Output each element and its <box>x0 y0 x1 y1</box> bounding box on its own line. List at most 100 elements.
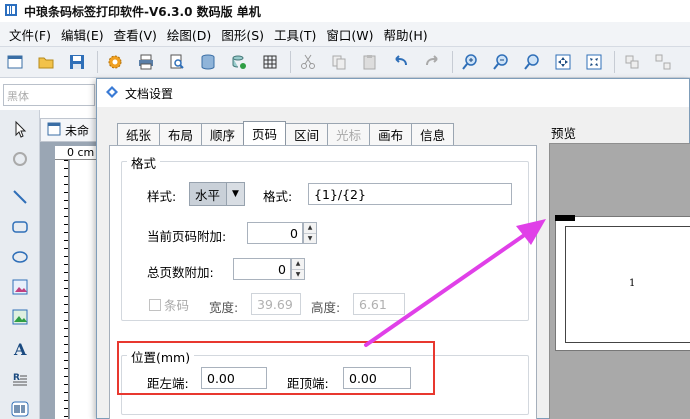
down-arrow-icon[interactable]: ▼ <box>304 234 316 244</box>
current-page-input[interactable]: 0 <box>247 222 303 244</box>
picture-tool-button[interactable] <box>9 306 31 328</box>
zoom-out-button[interactable] <box>490 51 512 73</box>
menu-file[interactable]: 文件(F) <box>4 25 56 44</box>
image-tool-button[interactable] <box>9 276 31 298</box>
magnifier-icon <box>524 54 539 70</box>
menu-help[interactable]: 帮助(H) <box>379 25 433 44</box>
menu-shape[interactable]: 图形(S) <box>216 25 269 44</box>
width-label: 宽度: <box>209 300 239 315</box>
preview-label: 预览 <box>551 126 577 141</box>
actual-size-icon <box>586 54 602 70</box>
current-page-label: 当前页码附加: <box>147 229 227 244</box>
database-settings-button[interactable] <box>228 51 250 73</box>
redo-icon <box>426 55 438 66</box>
copy-icon <box>332 55 346 70</box>
paste-button[interactable] <box>359 51 381 73</box>
format-label: 格式: <box>263 189 293 204</box>
menu-tools[interactable]: 工具(T) <box>269 25 321 44</box>
app-title: 中琅条码标签打印软件-V6.3.0 数码版 单机 <box>24 4 261 19</box>
up-arrow-icon[interactable]: ▲ <box>292 259 304 270</box>
ellipse-icon <box>12 251 28 263</box>
database-button[interactable] <box>197 51 219 73</box>
redo-button[interactable] <box>421 51 443 73</box>
barcode-icon <box>11 401 29 417</box>
settings-button[interactable] <box>104 51 126 73</box>
dialog-tabs: 纸张 布局 顺序 页码 区间 光标 画布 信息 <box>117 121 455 145</box>
tab-order[interactable]: 顺序 <box>201 123 245 145</box>
checkbox-box[interactable] <box>149 298 161 311</box>
ungroup-button[interactable] <box>652 51 674 73</box>
tab-paper[interactable]: 纸张 <box>117 123 161 145</box>
menu-edit[interactable]: 编辑(E) <box>56 25 109 44</box>
width-input[interactable]: 39.69 <box>251 293 301 315</box>
print-preview-button[interactable] <box>166 51 188 73</box>
document-settings-dialog: 文档设置 纸张 布局 顺序 页码 区间 光标 画布 信息 格式 样式: 水平 ▼… <box>96 78 690 419</box>
dialog-titlebar[interactable]: 文档设置 <box>97 79 689 107</box>
toolbar-separator <box>452 51 453 73</box>
cut-button[interactable] <box>297 51 319 73</box>
total-pages-stepper[interactable]: ▲ ▼ <box>291 258 305 280</box>
document-tab[interactable]: 未命 <box>40 118 100 142</box>
tab-cursor[interactable]: 光标 <box>327 123 371 145</box>
height-input[interactable]: 6.61 <box>353 293 405 315</box>
chevron-down-icon[interactable]: ▼ <box>226 183 244 205</box>
rounded-rectangle-icon <box>12 221 28 233</box>
document-icon <box>47 122 61 139</box>
dialog-title: 文档设置 <box>125 86 174 101</box>
barcode-checkbox-label: 条码 <box>164 298 190 313</box>
preview-page-mark <box>555 215 575 221</box>
database-icon <box>201 54 215 70</box>
current-page-stepper[interactable]: ▲ ▼ <box>303 222 317 244</box>
style-select-value: 水平 <box>195 187 221 203</box>
zoom-out-icon <box>493 54 508 70</box>
select-tool-button[interactable] <box>9 118 31 140</box>
tab-range[interactable]: 区间 <box>285 123 329 145</box>
grid-button[interactable] <box>259 51 281 73</box>
rich-text-tool-button[interactable]: R <box>9 368 31 390</box>
barcode-checkbox[interactable]: 条码 <box>149 295 189 314</box>
style-select[interactable]: 水平 ▼ <box>189 182 245 206</box>
print-button[interactable] <box>135 51 157 73</box>
svg-text:A: A <box>13 340 27 358</box>
tab-canvas[interactable]: 画布 <box>369 123 413 145</box>
zoom-button[interactable] <box>521 51 543 73</box>
undo-button[interactable] <box>390 51 412 73</box>
font-combo[interactable]: 黑体 <box>3 84 95 106</box>
app-logo-icon <box>4 3 18 20</box>
fit-page-button[interactable] <box>552 51 574 73</box>
line-tool-button[interactable] <box>9 186 31 208</box>
barcode-tool-button[interactable] <box>9 398 31 419</box>
up-arrow-icon[interactable]: ▲ <box>304 223 316 234</box>
zoom-in-button[interactable] <box>459 51 481 73</box>
group-button[interactable] <box>621 51 643 73</box>
save-icon <box>70 55 84 69</box>
actual-size-button[interactable] <box>583 51 605 73</box>
main-toolbar <box>0 46 690 78</box>
menu-view[interactable]: 查看(V) <box>109 25 162 44</box>
horizontal-ruler: 0 cm <box>55 146 100 160</box>
height-label: 高度: <box>311 300 341 315</box>
open-button[interactable] <box>35 51 57 73</box>
tab-page-number[interactable]: 页码 <box>243 121 287 145</box>
rectangle-tool-button[interactable] <box>9 216 31 238</box>
picture-icon <box>12 279 28 295</box>
ellipse-tool-button[interactable] <box>9 246 31 268</box>
menu-draw[interactable]: 绘图(D) <box>162 25 216 44</box>
save-button[interactable] <box>66 51 88 73</box>
document-tab-label: 未命 <box>65 123 90 138</box>
tab-info[interactable]: 信息 <box>411 123 455 145</box>
rotate-tool-button[interactable] <box>9 148 31 170</box>
drawing-toolbar: A R <box>0 110 40 419</box>
text-tool-button[interactable]: A <box>9 338 31 360</box>
format-group-title: 格式 <box>127 153 161 172</box>
format-input[interactable]: {1}/{2} <box>308 183 512 205</box>
new-document-icon <box>7 55 23 69</box>
copy-button[interactable] <box>328 51 350 73</box>
tab-layout[interactable]: 布局 <box>159 123 203 145</box>
cursor-arrow-icon <box>15 120 27 138</box>
total-pages-input[interactable]: 0 <box>233 258 291 280</box>
down-arrow-icon[interactable]: ▼ <box>292 270 304 280</box>
new-document-button[interactable] <box>4 51 26 73</box>
total-pages-label: 总页数附加: <box>147 265 214 280</box>
menu-window[interactable]: 窗口(W) <box>321 25 378 44</box>
